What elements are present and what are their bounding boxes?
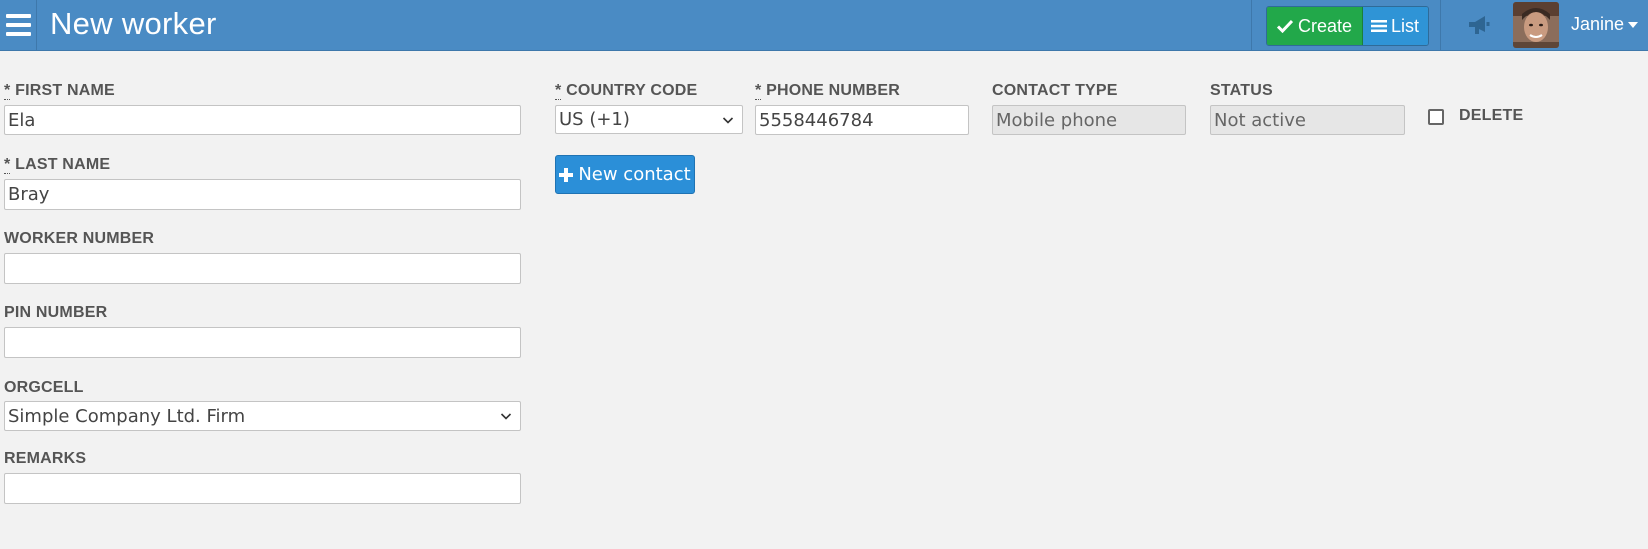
list-button-label: List [1391, 15, 1420, 36]
required-mark: * [4, 82, 11, 100]
create-button[interactable]: Create [1267, 7, 1364, 45]
list-icon [1371, 20, 1388, 32]
new-contact-label: New contact [578, 164, 691, 185]
last-name-label: * LAST NAME [4, 156, 111, 174]
plus-icon [559, 167, 574, 182]
orgcell-select[interactable]: Simple Company Ltd. Firm [4, 401, 521, 431]
remarks-label: REMARKS [4, 450, 87, 467]
avatar[interactable] [1513, 2, 1559, 48]
pin-number-label: PIN NUMBER [4, 304, 108, 321]
divider [1251, 0, 1252, 50]
check-icon [1277, 19, 1293, 33]
user-name: Janine [1571, 14, 1625, 34]
megaphone-icon[interactable] [1466, 13, 1492, 37]
user-menu[interactable]: Janine [1571, 14, 1639, 35]
delete-checkbox[interactable] [1428, 109, 1444, 125]
page-title: New worker [50, 6, 217, 41]
phone-number-label: * PHONE NUMBER [755, 82, 901, 100]
country-code-select[interactable]: US (+1) [555, 105, 743, 134]
list-button[interactable]: List [1363, 7, 1429, 45]
phone-number-field[interactable]: 5558446784 [755, 105, 969, 135]
top-bar: New worker Create List Janine [0, 0, 1648, 51]
action-button-group: Create List [1266, 6, 1430, 46]
first-name-label: * FIRST NAME [4, 82, 115, 100]
chevron-down-icon [500, 413, 512, 420]
new-contact-button[interactable]: New contact [555, 155, 695, 194]
delete-label: DELETE [1459, 107, 1524, 124]
status-field: Not active [1210, 105, 1405, 135]
required-mark: * [4, 156, 11, 174]
orgcell-label: ORGCELL [4, 379, 84, 396]
create-button-label: Create [1298, 15, 1353, 36]
required-mark: * [755, 82, 762, 100]
country-code-label: * COUNTRY CODE [555, 82, 698, 100]
caret-down-icon [1628, 21, 1639, 28]
remarks-field[interactable] [4, 473, 521, 504]
status-label: STATUS [1210, 82, 1273, 99]
hamburger-icon[interactable] [0, 0, 37, 50]
first-name-field[interactable]: Ela [4, 105, 521, 135]
required-mark: * [555, 82, 562, 100]
contact-type-field: Mobile phone [992, 105, 1186, 135]
pin-number-field[interactable] [4, 327, 521, 358]
worker-number-label: WORKER NUMBER [4, 230, 155, 247]
chevron-down-icon [722, 116, 734, 124]
worker-number-field[interactable] [4, 253, 521, 284]
divider [1440, 0, 1441, 50]
contact-type-label: CONTACT TYPE [992, 82, 1118, 99]
last-name-field[interactable]: Bray [4, 179, 521, 210]
